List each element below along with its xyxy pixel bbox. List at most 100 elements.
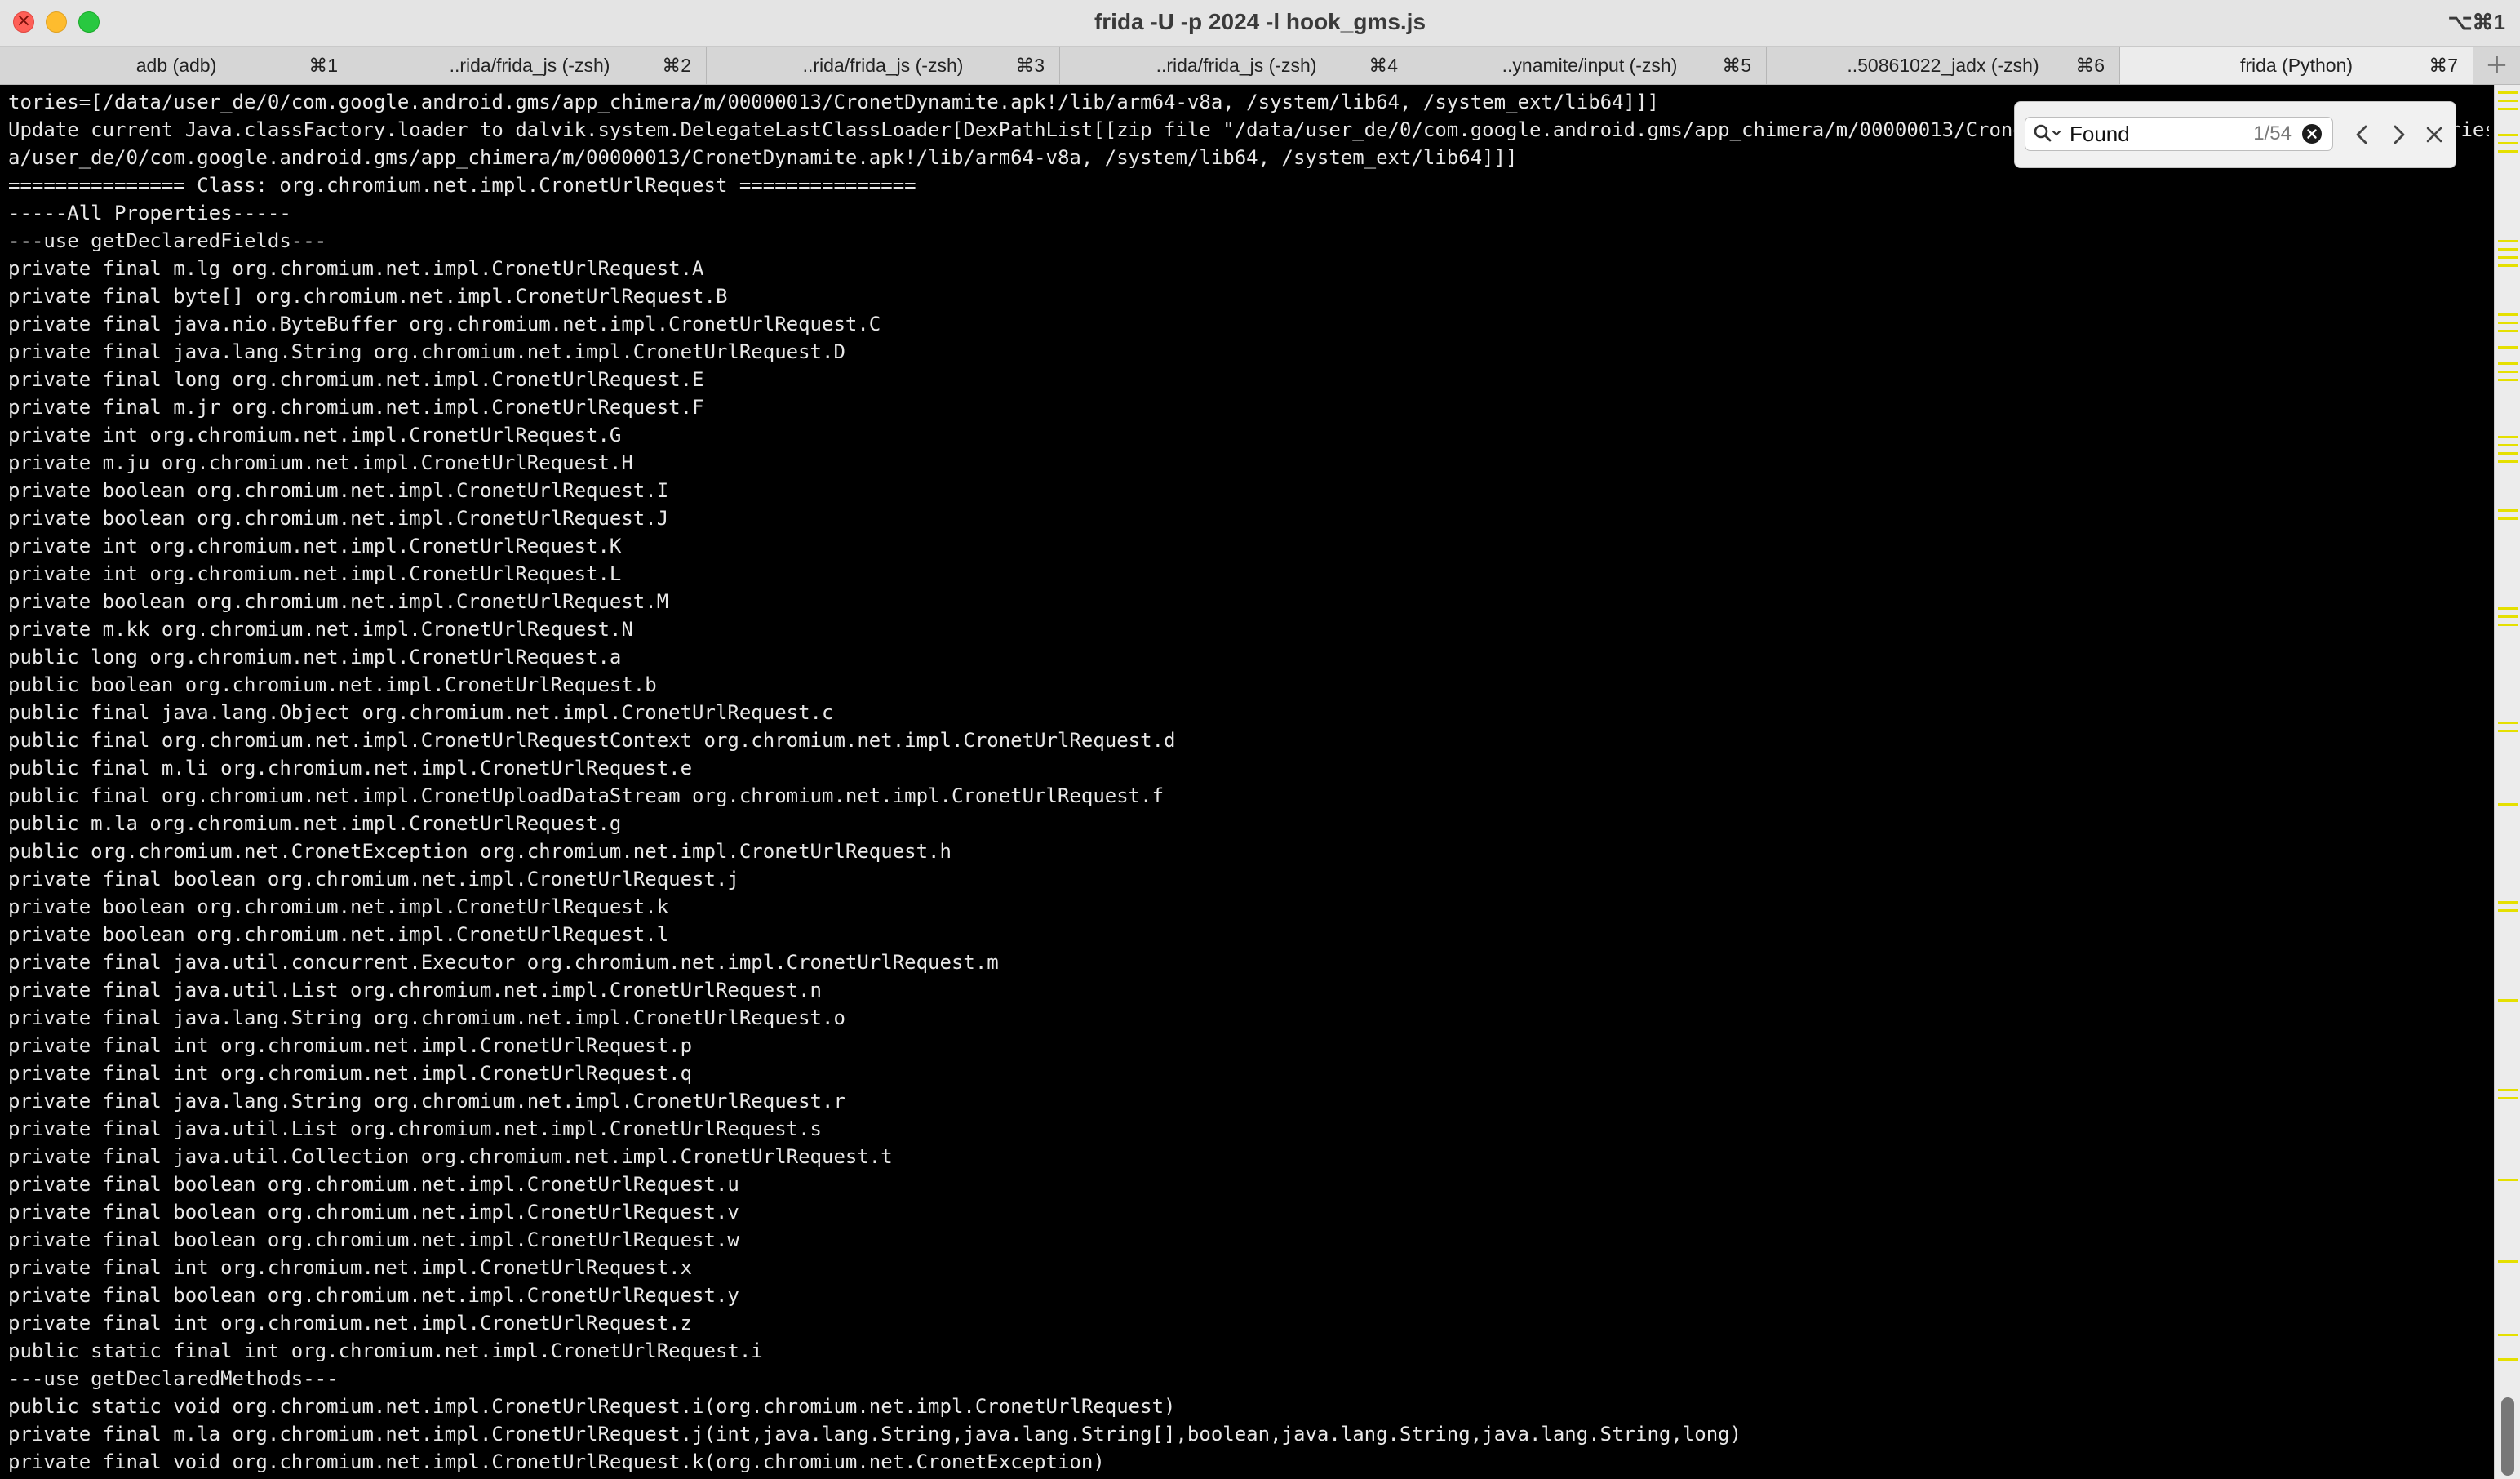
find-match-marker (2498, 607, 2518, 610)
find-match-marker (2498, 901, 2518, 904)
find-match-marker (2498, 1097, 2518, 1099)
terminal-line: private m.ju org.chromium.net.impl.Crone… (8, 451, 633, 474)
find-match-marker (2498, 330, 2518, 332)
terminal-line: private boolean org.chromium.net.impl.Cr… (8, 507, 669, 530)
tab-shortcut: ⌘2 (662, 55, 691, 76)
close-icon[interactable] (2420, 120, 2449, 149)
title-bar: × frida -U -p 2024 -l hook_gms.js ⌥⌘1 (0, 0, 2520, 47)
find-match-marker (2498, 509, 2518, 512)
find-bar: 1/54 (2014, 101, 2456, 168)
terminal-line: private final long org.chromium.net.impl… (8, 368, 704, 391)
terminal-line: private final int org.chromium.net.impl.… (8, 1256, 693, 1279)
terminal-line: =============== Class: org.chromium.net.… (8, 174, 916, 197)
tab-label: ..rida/frida_js (-zsh) (802, 55, 964, 76)
find-match-marker (2498, 142, 2518, 144)
terminal-line: private final boolean org.chromium.net.i… (8, 1228, 739, 1251)
terminal-line: private boolean org.chromium.net.impl.Cr… (8, 923, 669, 946)
find-match-marker (2498, 803, 2518, 806)
terminal-line: private final m.jr org.chromium.net.impl… (8, 396, 704, 419)
find-match-marker (2498, 108, 2518, 110)
tab-shortcut: ⌘6 (2075, 55, 2105, 76)
tab-3[interactable]: ..rida/frida_js (-zsh) ⌘3 (707, 47, 1060, 84)
terminal-window: × frida -U -p 2024 -l hook_gms.js ⌥⌘1 ad… (0, 0, 2520, 1479)
new-tab-button[interactable]: + (2473, 47, 2520, 84)
terminal-line: private final java.util.Collection org.c… (8, 1145, 893, 1168)
find-match-marker (2498, 134, 2518, 136)
terminal-line: private m.kk org.chromium.net.impl.Crone… (8, 618, 633, 641)
terminal-line: ---use getDeclaredMethods--- (8, 1367, 339, 1390)
search-icon[interactable] (2032, 122, 2065, 145)
find-match-marker (2498, 371, 2518, 373)
find-match-count: 1/54 (2253, 122, 2292, 144)
terminal-line: public org.chromium.net.CronetException … (8, 840, 952, 863)
tab-6[interactable]: ..50861022_jadx (-zsh) ⌘6 (1767, 47, 2120, 84)
find-match-marker (2498, 452, 2518, 455)
terminal-line: private boolean org.chromium.net.impl.Cr… (8, 895, 669, 918)
find-match-marker (2498, 999, 2518, 1002)
find-match-marker (2498, 722, 2518, 724)
window-title: frida -U -p 2024 -l hook_gms.js (1094, 9, 1426, 34)
terminal-line: private final java.lang.String org.chrom… (8, 1090, 845, 1113)
terminal-line: ---use getDeclaredFields--- (8, 229, 327, 252)
find-match-marker (2498, 517, 2518, 520)
terminal-line: public static final int org.chromium.net… (8, 1339, 763, 1362)
terminal-line: private final java.lang.String org.chrom… (8, 1006, 845, 1029)
clear-icon[interactable] (2301, 123, 2323, 144)
find-match-marker (2498, 240, 2518, 242)
terminal-line: private final boolean org.chromium.net.i… (8, 1201, 739, 1224)
terminal-line: public m.la org.chromium.net.impl.Cronet… (8, 812, 622, 835)
find-match-marker (2498, 1089, 2518, 1091)
terminal-line: private final java.util.concurrent.Execu… (8, 951, 999, 974)
find-match-marker (2498, 322, 2518, 324)
find-field[interactable]: 1/54 (2025, 117, 2333, 151)
chevron-left-icon[interactable] (2348, 120, 2377, 149)
terminal-line: public final org.chromium.net.impl.Crone… (8, 729, 1176, 752)
find-match-marker (2498, 256, 2518, 259)
scrollbar-thumb[interactable] (2501, 1397, 2514, 1476)
terminal-line: private final java.nio.ByteBuffer org.ch… (8, 313, 881, 335)
terminal-line: private final boolean org.chromium.net.i… (8, 868, 739, 891)
tab-bar: adb (adb) ⌘1 ..rida/frida_js (-zsh) ⌘2 .… (0, 47, 2520, 85)
terminal-line: private int org.chromium.net.impl.Cronet… (8, 424, 622, 446)
find-match-marker (2498, 436, 2518, 438)
find-match-marker (2498, 444, 2518, 446)
tab-label: adb (adb) (135, 55, 217, 76)
tab-label: ..rida/frida_js (-zsh) (1156, 55, 1317, 76)
terminal-line: private final byte[] org.chromium.net.im… (8, 285, 728, 308)
tab-7[interactable]: frida (Python) ⌘7 (2120, 47, 2473, 84)
find-match-marker (2498, 313, 2518, 316)
tab-label: ..ynamite/input (-zsh) (1502, 55, 1678, 76)
tab-shortcut: ⌘1 (308, 55, 338, 76)
terminal-line: private int org.chromium.net.impl.Cronet… (8, 535, 622, 557)
find-match-marker (2498, 91, 2518, 94)
find-match-marker (2498, 460, 2518, 463)
terminal-line: public static void org.chromium.net.impl… (8, 1395, 1176, 1418)
scrollbar[interactable] (2494, 85, 2520, 1479)
window-shortcut: ⌥⌘1 (2447, 10, 2505, 34)
tab-4[interactable]: ..rida/frida_js (-zsh) ⌘4 (1060, 47, 1413, 84)
terminal-line: private final boolean org.chromium.net.i… (8, 1284, 739, 1307)
chevron-right-icon[interactable] (2384, 120, 2413, 149)
terminal-line: public long org.chromium.net.impl.Cronet… (8, 646, 622, 668)
terminal-line: private final int org.chromium.net.impl.… (8, 1062, 693, 1085)
find-match-marker (2498, 346, 2518, 349)
terminal-line: private final java.lang.String org.chrom… (8, 340, 845, 363)
tab-1[interactable]: adb (adb) ⌘1 (0, 47, 353, 84)
terminal-output[interactable]: tories=[/data/user_de/0/com.google.andro… (0, 85, 2494, 1479)
find-match-marker (2498, 264, 2518, 267)
terminal-line: private boolean org.chromium.net.impl.Cr… (8, 590, 669, 613)
find-match-marker (2498, 615, 2518, 618)
find-match-marker (2498, 730, 2518, 732)
terminal-line: private final int org.chromium.net.impl.… (8, 1034, 693, 1057)
tab-2[interactable]: ..rida/frida_js (-zsh) ⌘2 (353, 47, 707, 84)
terminal-line: private boolean org.chromium.net.impl.Cr… (8, 479, 669, 502)
terminal-line: public final org.chromium.net.impl.Crone… (8, 784, 1165, 807)
terminal-line: public final java.lang.Object org.chromi… (8, 701, 834, 724)
tab-shortcut: ⌘3 (1015, 55, 1045, 76)
find-match-marker (2498, 1179, 2518, 1181)
terminal-line: private final java.util.List org.chromiu… (8, 1117, 822, 1140)
tab-5[interactable]: ..ynamite/input (-zsh) ⌘5 (1413, 47, 1767, 84)
find-input[interactable] (2070, 121, 2225, 147)
terminal-line: private final boolean org.chromium.net.i… (8, 1173, 739, 1196)
terminal-line: private final void org.chromium.net.impl… (8, 1450, 1105, 1473)
